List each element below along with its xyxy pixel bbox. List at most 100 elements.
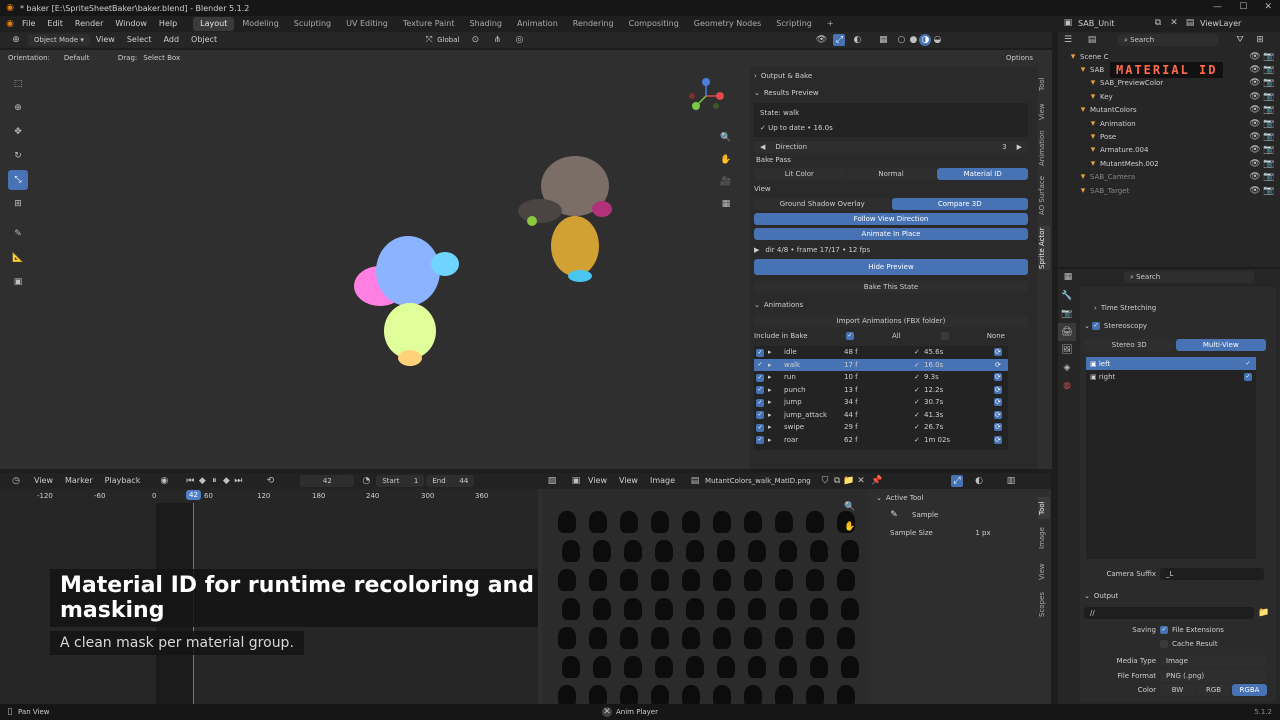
anim-include-checkbox[interactable]: ✓	[756, 361, 764, 370]
camera-view-icon[interactable]: 🎥	[720, 176, 732, 188]
visibility-toggle-icon[interactable]: 👁	[1249, 171, 1260, 183]
tab-sculpting[interactable]: Sculpting	[287, 17, 338, 31]
navigation-gizmo[interactable]	[686, 76, 726, 116]
add-cube-icon[interactable]: ▣	[8, 272, 28, 292]
stereoscopy-checkbox[interactable]: ✓	[1091, 322, 1100, 330]
render-toggle-icon[interactable]: 📷	[1263, 91, 1274, 103]
display-mode-icon[interactable]: ▤	[1086, 34, 1098, 46]
measure-icon[interactable]: 📐	[8, 248, 28, 268]
blender-menu-icon[interactable]: ◉	[4, 18, 16, 30]
open-image-icon[interactable]: 📁	[843, 475, 855, 487]
anim-refresh-icon[interactable]: ⟳	[992, 371, 1008, 384]
next-key-icon[interactable]: ◆	[220, 475, 232, 487]
visibility-toggle-icon[interactable]: 👁	[1249, 77, 1260, 89]
time-stretching-section[interactable]: › Time Stretching	[1080, 299, 1276, 317]
annotate-icon[interactable]: ✎	[8, 224, 28, 244]
clock-icon[interactable]: ◔	[360, 475, 372, 487]
image-tab-image[interactable]: Image	[1038, 525, 1050, 551]
start-frame-field[interactable]: Start 1	[376, 475, 425, 487]
compare-3d-toggle[interactable]: Compare 3D	[891, 198, 1028, 210]
render-toggle-icon[interactable]: 📷	[1263, 51, 1274, 63]
mode-select[interactable]: Object Mode ▾	[28, 34, 90, 46]
view-item-right[interactable]: ▣ right ✓	[1086, 370, 1256, 383]
zoom-icon[interactable]: 🔍	[720, 132, 732, 144]
visibility-toggle-icon[interactable]: 👁	[1249, 51, 1260, 63]
shading-solid-icon[interactable]: ●	[907, 34, 919, 46]
outliner-item[interactable]: ▾ Key 👁 📷	[1058, 90, 1280, 103]
anim-refresh-icon[interactable]: ⟳	[992, 421, 1008, 434]
anim-include-checkbox[interactable]: ✓	[756, 373, 764, 382]
view-item-left[interactable]: ▣ left ✓	[1086, 357, 1256, 370]
image-menu-view2[interactable]: View	[613, 473, 644, 489]
close-anim-player-icon[interactable]: ✕	[602, 707, 612, 717]
tab-modeling[interactable]: Modeling	[235, 17, 285, 31]
stereo-3d-button[interactable]: Stereo 3D	[1084, 339, 1175, 351]
properties-editor-icon[interactable]: ▦	[1062, 271, 1074, 283]
include-all-checkbox[interactable]: ✓	[846, 332, 854, 340]
new-scene-icon[interactable]: ⧉	[1152, 17, 1164, 29]
add-workspace-icon[interactable]: +	[820, 17, 841, 31]
anim-include-checkbox[interactable]: ✓	[756, 386, 764, 395]
visibility-icon[interactable]: 👁	[815, 34, 827, 46]
scale-icon[interactable]: ⤡	[8, 170, 28, 190]
animation-row[interactable]: ✓ ▸ jump 34 f ✓ 30.7s ⟳	[754, 396, 1008, 409]
anim-refresh-icon[interactable]: ⟳	[992, 396, 1008, 409]
pause-icon[interactable]: ⏸	[208, 475, 220, 487]
pin-icon[interactable]: 📌	[871, 475, 883, 487]
file-format-select[interactable]: PNG (.png)	[1160, 669, 1266, 682]
image-pan-icon[interactable]: ✋	[844, 521, 856, 533]
view-layer-icon[interactable]: ▤	[1184, 17, 1196, 29]
outliner-item[interactable]: ▾ SAB_PreviewColor 👁 📷	[1058, 77, 1280, 90]
scene-props-icon[interactable]: ◈	[1058, 359, 1076, 377]
sample-size-field[interactable]: 1 px	[940, 527, 1026, 539]
bake-this-state-button[interactable]: Bake This State	[754, 281, 1028, 293]
pan-hand-icon[interactable]: ✋	[720, 154, 732, 166]
scene-name[interactable]: SAB_Unit	[1078, 19, 1148, 28]
image-tab-scopes[interactable]: Scopes	[1038, 591, 1050, 619]
viewport-menu-add[interactable]: Add	[158, 32, 186, 48]
anim-include-checkbox[interactable]: ✓	[756, 348, 764, 357]
tab-sprite-actor[interactable]: Sprite Actor	[1038, 226, 1050, 270]
visibility-toggle-icon[interactable]: 👁	[1249, 104, 1260, 116]
direction-slider[interactable]: ◀ Direction 3 ▶	[754, 141, 1028, 153]
timeline-menu-marker[interactable]: Marker	[59, 473, 99, 489]
anim-include-checkbox[interactable]: ✓	[756, 423, 764, 432]
output-props-icon[interactable]: 🖨	[1058, 323, 1076, 341]
menu-render[interactable]: Render	[69, 16, 109, 32]
sample-tool[interactable]: ✎ Sample	[870, 505, 1038, 525]
options-dropdown[interactable]: Options	[1000, 52, 1040, 64]
color-rgb[interactable]: RGB	[1196, 684, 1231, 696]
view-layer-name[interactable]: ViewLayer	[1200, 19, 1250, 28]
tab-rendering[interactable]: Rendering	[566, 17, 621, 31]
image-gizmo-icon[interactable]: ⤢	[951, 475, 964, 487]
tab-shading[interactable]: Shading	[462, 17, 509, 31]
render-toggle-icon[interactable]: 📷	[1263, 171, 1274, 183]
animation-row[interactable]: ✓ ▸ swipe 29 f ✓ 26.7s ⟳	[754, 421, 1008, 434]
overlays-icon[interactable]: ◐	[851, 34, 863, 46]
media-type-select[interactable]: Image	[1160, 654, 1266, 667]
animation-row[interactable]: ✓ ▸ punch 13 f ✓ 12.2s ⟳	[754, 384, 1008, 397]
tab-view[interactable]: View	[1038, 100, 1050, 124]
anim-include-checkbox[interactable]: ✓	[756, 398, 764, 407]
animation-row[interactable]: ✓ ▸ walk 17 f ✓ 16.0s ⟳	[754, 358, 1008, 372]
world-props-icon[interactable]: ◍	[1058, 377, 1076, 395]
include-none-checkbox[interactable]	[940, 332, 949, 340]
transform-icon[interactable]: ⊞	[8, 194, 28, 214]
menu-file[interactable]: File	[16, 16, 41, 32]
camera-suffix-field[interactable]: _L	[1160, 568, 1264, 580]
outliner-item[interactable]: ▾ Animation 👁 📷	[1058, 117, 1280, 130]
view-layer-props-icon[interactable]: 🖼	[1058, 341, 1076, 359]
render-toggle-icon[interactable]: 📷	[1263, 64, 1274, 76]
outliner-item[interactable]: ▾ MutantMesh.002 👁 📷	[1058, 157, 1280, 170]
render-props-icon[interactable]: 📷	[1058, 305, 1076, 323]
tab-ao-surface[interactable]: AO Surface	[1038, 172, 1050, 218]
anim-refresh-icon[interactable]: ⟳	[992, 359, 1008, 372]
image-menu-view[interactable]: View	[582, 473, 613, 489]
visibility-toggle-icon[interactable]: 👁	[1249, 91, 1260, 103]
image-browse-icon[interactable]: ▤	[689, 475, 701, 487]
shading-rendered-icon[interactable]: ◒	[931, 34, 943, 46]
image-overlay-icon[interactable]: ◐	[973, 475, 985, 487]
outliner-item[interactable]: ▾ MutantColors 👁 📷	[1058, 104, 1280, 117]
multi-view-button[interactable]: Multi-View	[1175, 339, 1266, 351]
render-toggle-icon[interactable]: 📷	[1263, 118, 1274, 130]
